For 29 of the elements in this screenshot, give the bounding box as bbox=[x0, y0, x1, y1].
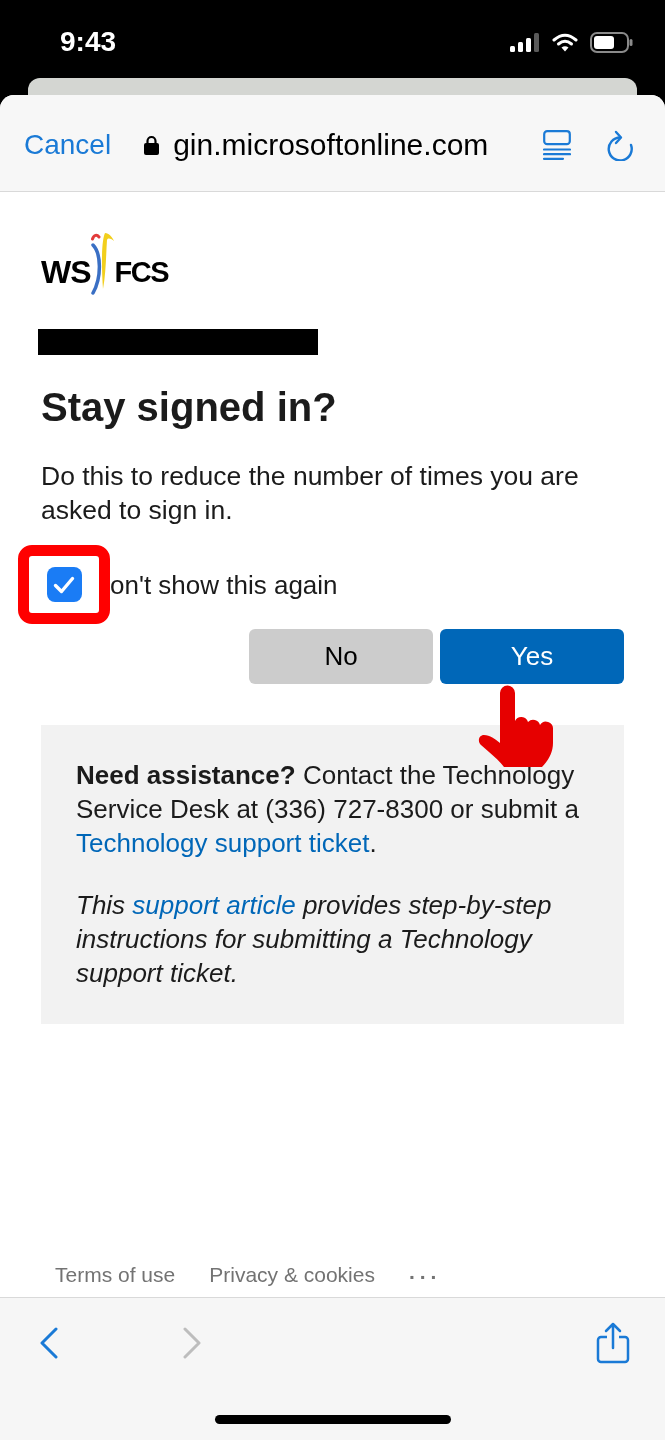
help-paragraph: This support article provides step-by-step instructions for submitting a Technology support ticket. bbox=[76, 889, 553, 990]
checkbox[interactable] bbox=[46, 567, 82, 602]
help-paragraph: Need assistance? Contact the Technology Service Desk at (336) 727-8300 or submit a Technology support ticket. bbox=[76, 759, 580, 860]
footer-link[interactable]: Privacy & cookies bbox=[209, 1259, 375, 1291]
share-icon[interactable] bbox=[596, 1322, 630, 1364]
checkbox-label[interactable]: on't show this again bbox=[110, 568, 338, 601]
confirm-button[interactable]: Yes bbox=[440, 629, 624, 684]
reader-icon[interactable] bbox=[543, 130, 571, 160]
lock-icon bbox=[144, 135, 160, 155]
signal-icon bbox=[510, 33, 540, 52]
reload-icon[interactable] bbox=[606, 129, 634, 161]
more-options-button[interactable]: ... bbox=[408, 1260, 442, 1290]
back-chevron-icon[interactable] bbox=[40, 1327, 58, 1359]
swoosh-icon bbox=[90, 231, 114, 295]
footer-link[interactable]: Terms of use bbox=[55, 1259, 176, 1291]
cancel-button[interactable]: Cancel bbox=[24, 128, 112, 162]
logo-text: FCS bbox=[114, 255, 169, 289]
checkmark-icon bbox=[53, 575, 75, 594]
logo-text: WS bbox=[41, 255, 91, 289]
url-text[interactable]: gin.microsoftonline.com bbox=[173, 128, 489, 162]
decline-button[interactable]: No bbox=[249, 629, 433, 684]
battery-icon bbox=[590, 32, 633, 53]
pointing-hand-icon bbox=[478, 685, 554, 767]
page-title: Stay signed in? bbox=[41, 384, 338, 431]
help-link[interactable]: support article bbox=[132, 890, 296, 920]
help-link[interactable]: Technology support ticket bbox=[76, 828, 370, 858]
description-text: Do this to reduce the number of times you are asked to sign in. bbox=[41, 460, 580, 527]
status-time: 9:43 bbox=[60, 26, 117, 58]
wifi-icon bbox=[552, 33, 578, 52]
